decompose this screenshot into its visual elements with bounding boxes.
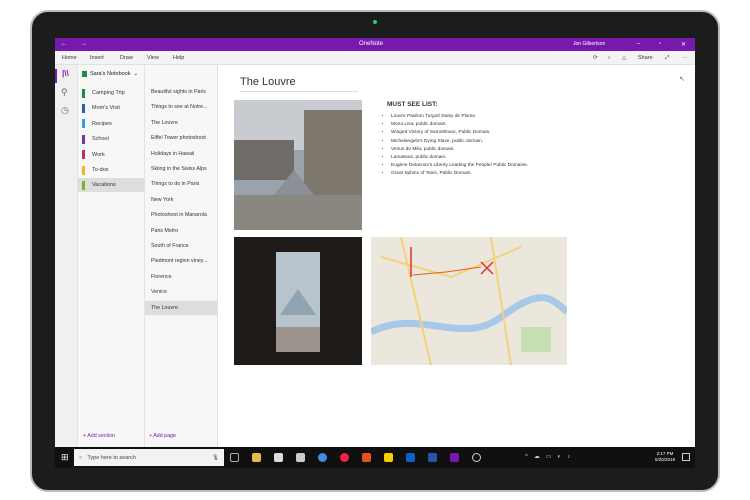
section-color-tab xyxy=(82,166,85,175)
sticky-notes-icon[interactable] xyxy=(384,453,393,462)
app-title: OneNote xyxy=(359,41,383,47)
sync-icon[interactable]: ⟳ xyxy=(593,55,598,61)
page-item[interactable]: The Louvre xyxy=(145,116,217,130)
ribbon: Home Insert Draw View Help ⟳ ♁ △ Share ⤢… xyxy=(55,51,695,65)
file-explorer-icon[interactable] xyxy=(252,453,261,462)
page-item[interactable]: Piedmont region viney... xyxy=(145,254,217,268)
tab-insert[interactable]: Insert xyxy=(90,55,104,61)
section-item[interactable]: Camping Trip xyxy=(78,86,144,100)
page-item[interactable]: Paris Metro xyxy=(145,224,217,238)
more-button[interactable]: ··· xyxy=(682,55,688,61)
page-item[interactable]: Venice xyxy=(145,285,217,299)
list-item[interactable]: Eugène Delacroix's Liberty Leading the P… xyxy=(391,163,528,168)
app-icon[interactable] xyxy=(472,453,481,462)
cortana-icon: ○ xyxy=(79,455,82,461)
system-tray-icons[interactable]: ^☁▭◐♪ xyxy=(525,453,576,460)
section-item[interactable]: Vacations xyxy=(78,178,144,192)
taskbar-search[interactable]: ○Type here to search🎙 xyxy=(74,449,224,466)
add-page-button[interactable]: + Add page xyxy=(149,433,176,439)
section-color-tab xyxy=(82,150,85,159)
microphone-icon[interactable]: 🎙 xyxy=(212,455,219,461)
word-icon[interactable] xyxy=(428,453,437,462)
section-item[interactable]: To-dos xyxy=(78,163,144,177)
action-center-icon[interactable] xyxy=(682,453,690,461)
page-item[interactable]: Beautiful sights in Paris xyxy=(145,85,217,99)
section-item[interactable]: Mom's Visit xyxy=(78,101,144,115)
section-color-tab xyxy=(82,119,85,128)
tab-draw[interactable]: Draw xyxy=(120,55,133,61)
page-item[interactable]: The Louvre xyxy=(145,301,217,315)
page-item[interactable]: Florence xyxy=(145,270,217,284)
list-item[interactable]: Winged Victory of Samothrace, Public Dom… xyxy=(391,130,528,135)
notebook-picker[interactable]: Sara's Notebook⌄ xyxy=(82,71,138,77)
clock[interactable]: 2:17 PM5/20/2019 xyxy=(655,451,675,463)
section-color-tab xyxy=(82,181,85,190)
bell-icon[interactable]: △ xyxy=(622,55,626,61)
page-item[interactable]: Eiffel Tower photoshoot xyxy=(145,131,217,145)
minimize-button[interactable]: – xyxy=(637,41,640,47)
office-icon[interactable] xyxy=(362,453,371,462)
tab-help[interactable]: Help xyxy=(173,55,184,61)
user-name[interactable]: Jon Gilbertson xyxy=(573,41,605,47)
page-item[interactable]: Skiing in the Swiss Alps xyxy=(145,162,217,176)
nav-rail: |\\ ⚲ ◷ xyxy=(55,65,78,447)
chrome-icon[interactable] xyxy=(340,453,349,462)
list-item[interactable]: Lamassus, public domain. xyxy=(391,155,528,160)
page-canvas[interactable]: The Louvre MUST SEE LIST: Louvre Pavilio… xyxy=(218,65,695,447)
outlook-icon[interactable] xyxy=(406,453,415,462)
list-item[interactable]: Louvre Pavilion Turgot/ Daisy de Plume. xyxy=(391,114,528,119)
page-item[interactable]: Things to do in Paris xyxy=(145,177,217,191)
list-item[interactable]: Michelangelo's Dying Slave, public domai… xyxy=(391,139,528,144)
chevron-down-icon: ⌄ xyxy=(134,71,139,77)
windows-start-icon[interactable]: ⊞ xyxy=(61,452,69,463)
notebooks-icon[interactable]: |\\ xyxy=(55,69,77,83)
notebook-icon xyxy=(82,71,87,77)
store-icon[interactable] xyxy=(274,453,283,462)
list-item[interactable]: Mona Lisa, public domain. xyxy=(391,122,528,127)
tab-home[interactable]: Home xyxy=(62,55,77,61)
restore-button[interactable]: ▫ xyxy=(659,41,661,47)
expand-icon[interactable]: ⤢ xyxy=(665,55,669,62)
tab-view[interactable]: View xyxy=(147,55,159,61)
task-view-icon[interactable] xyxy=(230,453,239,462)
share-button[interactable]: Share xyxy=(638,55,653,61)
paris-map[interactable] xyxy=(371,237,567,365)
page-item[interactable]: New York xyxy=(145,193,217,207)
page-item[interactable]: South of France xyxy=(145,239,217,253)
section-item[interactable]: Recipes xyxy=(78,117,144,131)
section-item[interactable]: Work xyxy=(78,148,144,162)
section-list: Sara's Notebook⌄ Camping TripMom's Visit… xyxy=(78,65,145,447)
section-color-tab xyxy=(82,89,85,98)
back-button[interactable]: ← xyxy=(61,41,67,47)
screen: ← → OneNote Jon Gilbertson – ▫ ✕ Home In… xyxy=(55,38,695,468)
onenote-icon[interactable] xyxy=(450,453,459,462)
page-title[interactable]: The Louvre xyxy=(240,76,358,92)
search-icon[interactable]: ⚲ xyxy=(61,87,68,98)
close-button[interactable]: ✕ xyxy=(681,41,686,48)
page-item[interactable]: Photoshoot in Manarola xyxy=(145,208,217,222)
section-color-tab xyxy=(82,135,85,144)
lightbulb-icon[interactable]: ♁ xyxy=(607,55,611,61)
page-item[interactable]: Holidays in Hawaii xyxy=(145,147,217,161)
list-item[interactable]: Venus de Milo, public domain. xyxy=(391,147,528,152)
must-see-list[interactable]: MUST SEE LIST: Louvre Pavilion Turgot/ D… xyxy=(385,101,528,180)
page-list: Beautiful sights in ParisThings to see a… xyxy=(145,65,218,447)
mail-icon[interactable] xyxy=(296,453,305,462)
recent-icon[interactable]: ◷ xyxy=(61,105,69,116)
cursor-icon: ↖ xyxy=(679,75,685,83)
taskbar: ⊞ ○Type here to search🎙 ^☁▭◐♪ 2:17 PM5/2… xyxy=(55,447,695,468)
section-color-tab xyxy=(82,104,85,113)
edge-icon[interactable] xyxy=(318,453,327,462)
add-section-button[interactable]: + Add section xyxy=(83,433,115,439)
list-item[interactable]: Great Sphinx of Tanis, Public Domain. xyxy=(391,171,528,176)
louvre-photo[interactable] xyxy=(234,100,362,230)
list-title: MUST SEE LIST: xyxy=(387,101,528,108)
section-item[interactable]: School xyxy=(78,132,144,146)
pyramid-doorway-photo[interactable] xyxy=(234,237,362,365)
camera xyxy=(373,20,377,24)
page-item[interactable]: Things to see at Notre... xyxy=(145,100,217,114)
forward-button[interactable]: → xyxy=(81,41,87,47)
title-bar: ← → OneNote Jon Gilbertson – ▫ ✕ xyxy=(55,38,695,51)
